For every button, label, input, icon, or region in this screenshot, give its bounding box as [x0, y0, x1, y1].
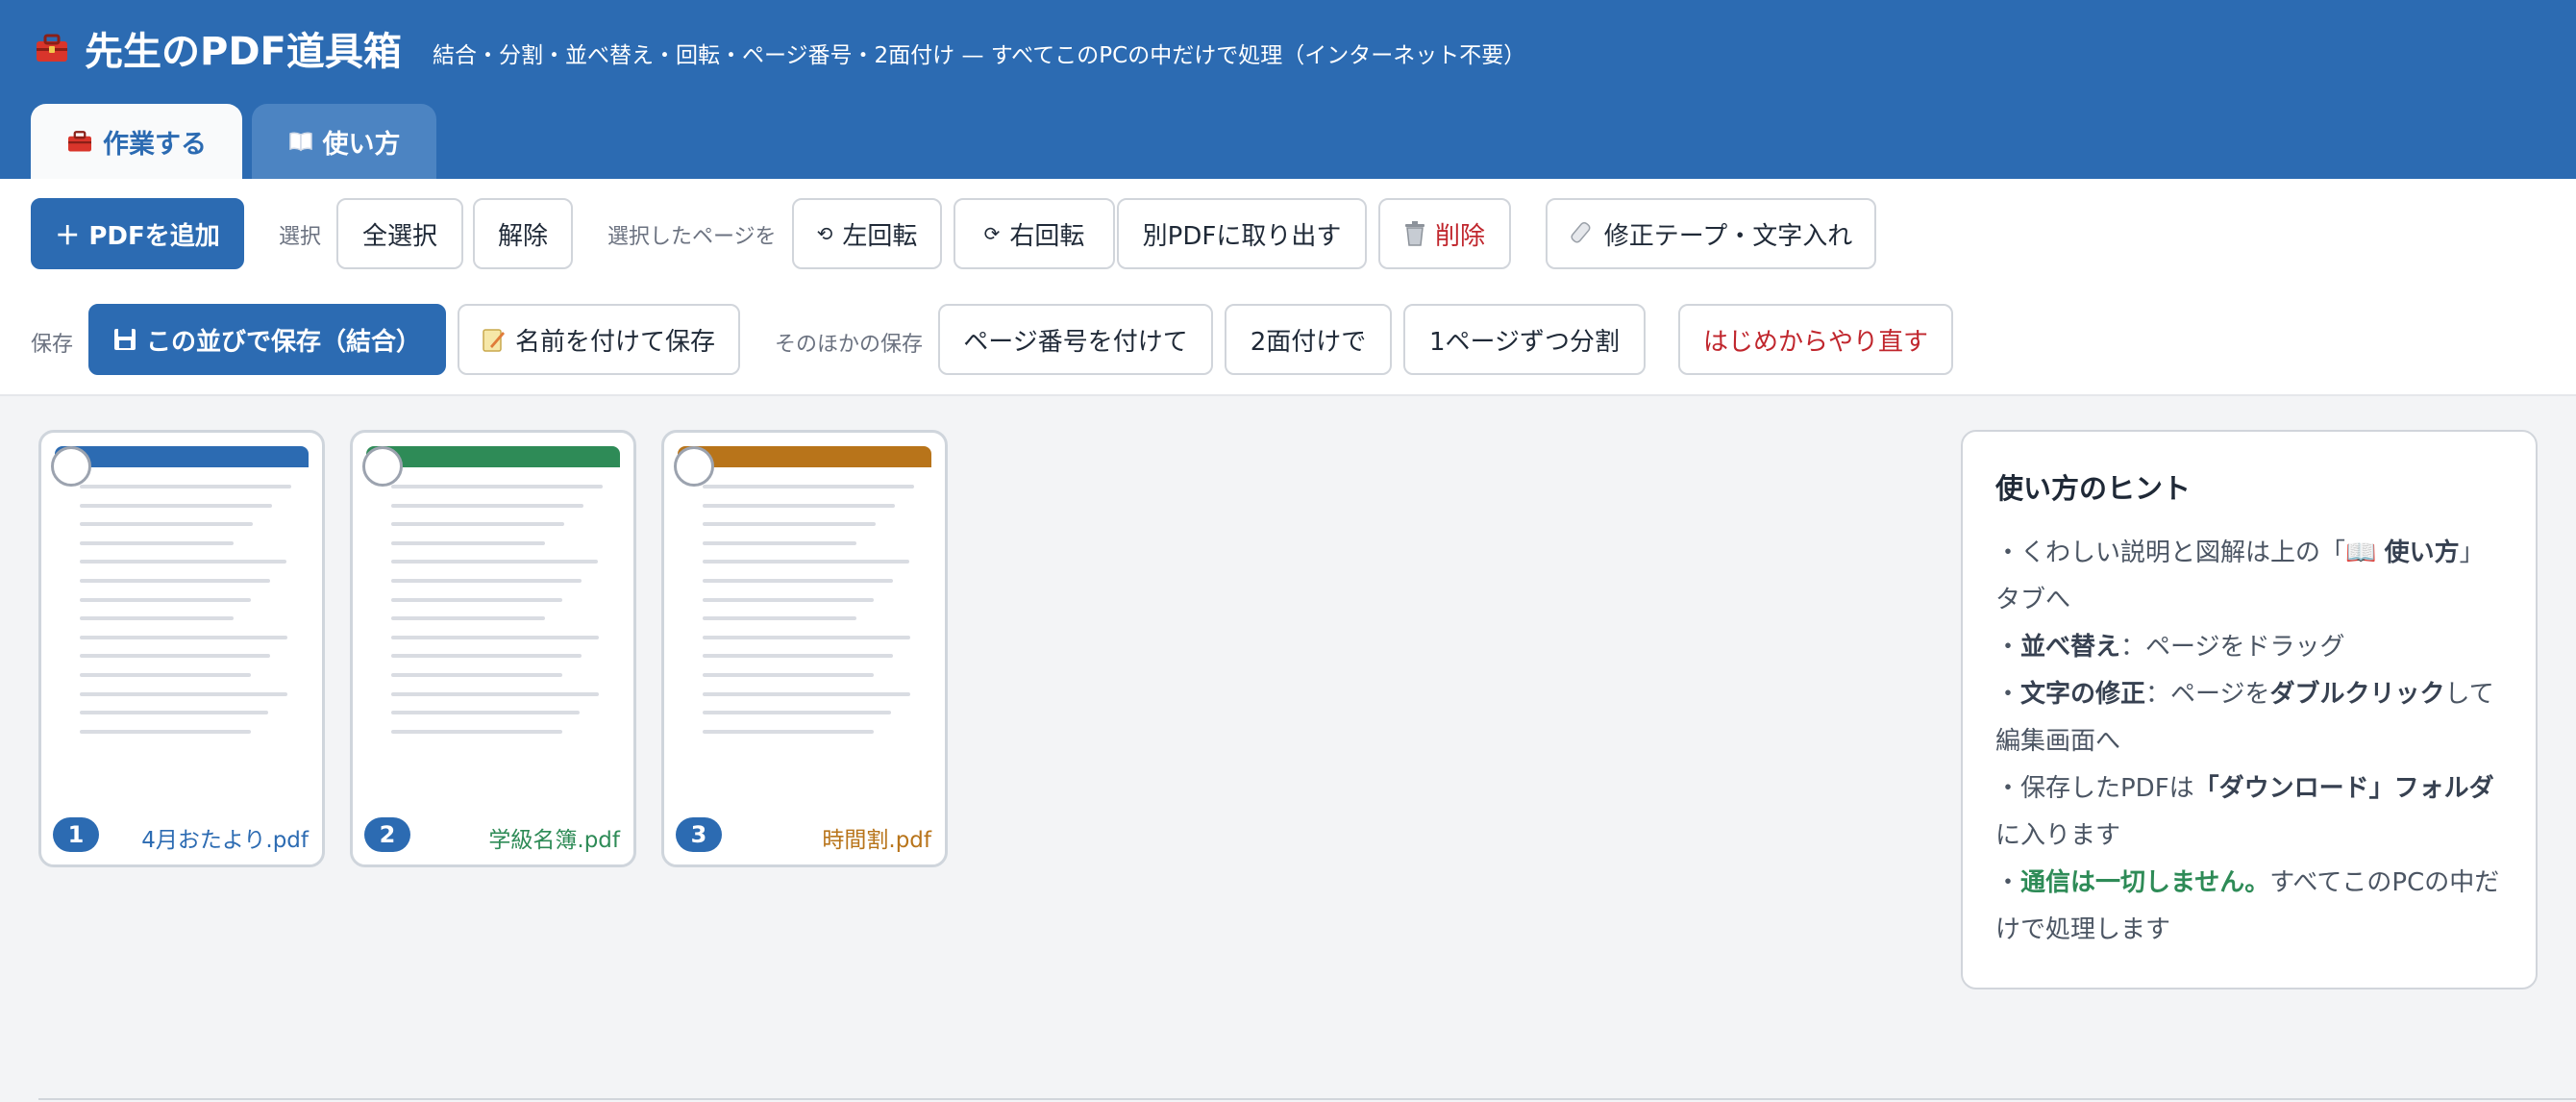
rotate-left-icon: ⟲ — [816, 222, 833, 245]
rotate-right-icon: ⟳ — [983, 222, 1001, 245]
page-filename: 時間割.pdf — [822, 828, 931, 853]
hint-line: ・並べ替え：ページをドラッグ — [1995, 633, 2345, 662]
floppy-disk-icon — [113, 329, 136, 350]
reset-button[interactable]: はじめからやり直す — [1678, 304, 1953, 375]
page-card[interactable]: 3 時間割.pdf — [661, 430, 948, 867]
rotate-right-button[interactable]: ⟳ 右回転 — [954, 198, 1115, 269]
save-in-order-label: この並びで保存（結合） — [145, 327, 421, 357]
memo-icon — [483, 329, 505, 352]
hint-line: ・文字の修正：ページをダブルクリックして編集画面へ — [1995, 680, 2494, 756]
page-card[interactable]: 2 学級名簿.pdf — [350, 430, 636, 867]
page-number-badge: 3 — [676, 817, 722, 852]
hint-line: ・通信は一切しません。すべてこのPCの中だけで処理します — [1995, 868, 2500, 944]
save-in-order-button[interactable]: この並びで保存（結合） — [88, 304, 446, 375]
hint-title: 使い方のヒント — [1995, 472, 2192, 505]
rotate-right-label: 右回転 — [1009, 221, 1085, 251]
toolbox-icon — [68, 131, 91, 152]
page-thumbnail — [80, 485, 301, 748]
page-thumbnail — [703, 485, 924, 748]
app-title: 先生のPDF道具箱 — [35, 21, 402, 75]
hint-line: ・保存したPDFは「ダウンロード」フォルダに入ります — [1995, 774, 2494, 850]
tab-work-label: 作業する — [103, 129, 207, 160]
book-icon — [288, 132, 312, 152]
toolbar: ＋ PDFを追加 選択 全選択 解除 選択したページを ⟲ 左回転 ⟳ 右回転 … — [0, 179, 2576, 396]
two-up-button[interactable]: 2面付けで — [1225, 304, 1392, 375]
deselect-button[interactable]: 解除 — [473, 198, 573, 269]
rotate-left-button[interactable]: ⟲ 左回転 — [792, 198, 942, 269]
save-as-label: 名前を付けて保存 — [514, 327, 715, 357]
trash-icon — [1404, 221, 1424, 246]
toolbox-icon — [37, 34, 67, 62]
add-pdf-button[interactable]: ＋ PDFを追加 — [31, 198, 244, 269]
save-as-button[interactable]: 名前を付けて保存 — [458, 304, 740, 375]
split-button[interactable]: 1ページずつ分割 — [1403, 304, 1646, 375]
tab-howto-label: 使い方 — [322, 129, 401, 160]
select-label: 選択 — [279, 225, 322, 249]
delete-label: 削除 — [1434, 221, 1485, 251]
app-header: 先生のPDF道具箱 結合・分割・並べ替え・回転・ページ番号・2面付け — すべて… — [0, 0, 2576, 179]
hint-panel: 使い方のヒント ・くわしい説明と図解は上の「📖 使い方」タブへ ・並べ替え：ペー… — [1961, 430, 2538, 989]
app-title-text: 先生のPDF道具箱 — [85, 30, 402, 74]
rotate-left-label: 左回転 — [842, 221, 918, 251]
extract-button[interactable]: 別PDFに取り出す — [1117, 198, 1367, 269]
page-select-checkbox[interactable] — [51, 446, 91, 487]
correction-button[interactable]: 修正テープ・文字入れ — [1546, 198, 1876, 269]
page-select-checkbox[interactable] — [674, 446, 714, 487]
correction-tape-icon — [1571, 221, 1591, 243]
page-color-bar — [55, 446, 309, 467]
correction-label: 修正テープ・文字入れ — [1603, 221, 1853, 251]
selected-pages-label: 選択したページを — [607, 225, 777, 249]
app-subtitle: 結合・分割・並べ替え・回転・ページ番号・2面付け — すべてこのPCの中だけで処… — [433, 43, 1526, 68]
page-card[interactable]: 1 4月おたより.pdf — [38, 430, 325, 867]
tab-work[interactable]: 作業する — [31, 104, 242, 179]
divider — [38, 1098, 2576, 1100]
tab-howto[interactable]: 使い方 — [252, 104, 436, 179]
page-select-checkbox[interactable] — [362, 446, 403, 487]
page-color-bar — [678, 446, 931, 467]
hint-line: ・くわしい説明と図解は上の「📖 使い方」タブへ — [1995, 538, 2485, 614]
save-label: 保存 — [31, 333, 74, 357]
page-filename: 学級名簿.pdf — [488, 828, 620, 853]
delete-button[interactable]: 削除 — [1378, 198, 1511, 269]
page-filename: 4月おたより.pdf — [141, 828, 309, 853]
book-icon: 📖 — [2345, 538, 2385, 567]
page-numbers-button[interactable]: ページ番号を付けて — [938, 304, 1213, 375]
page-thumbnail — [391, 485, 612, 748]
other-save-label: そのほかの保存 — [775, 333, 924, 357]
page-number-badge: 1 — [53, 817, 99, 852]
select-all-button[interactable]: 全選択 — [336, 198, 463, 269]
page-number-badge: 2 — [364, 817, 410, 852]
page-color-bar — [366, 446, 620, 467]
